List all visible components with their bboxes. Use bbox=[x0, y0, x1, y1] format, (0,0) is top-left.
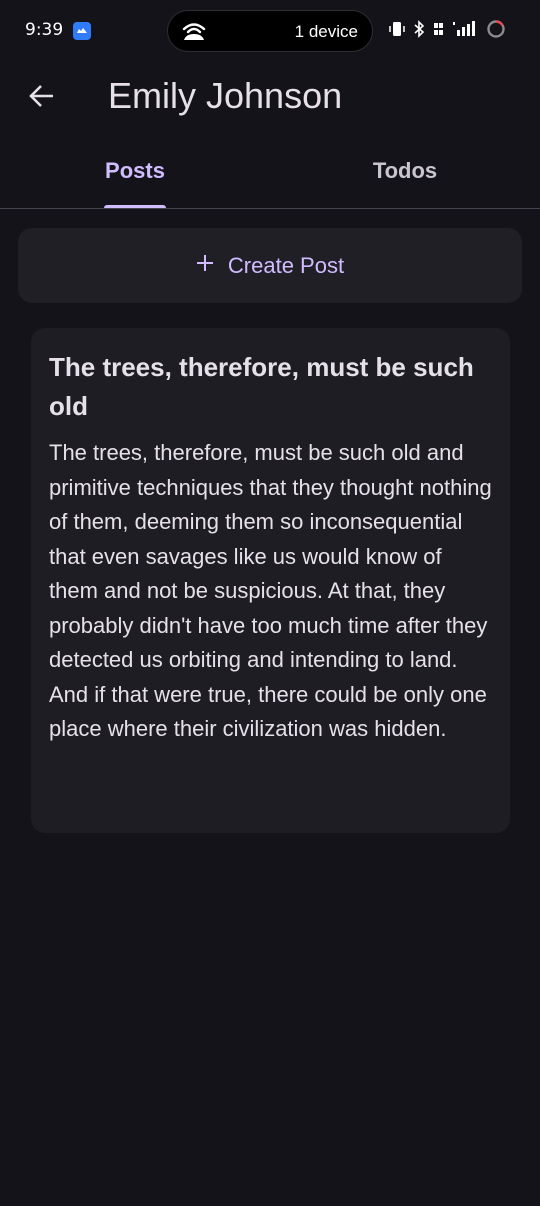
arrow-back-icon bbox=[28, 82, 56, 115]
create-post-button[interactable]: Create Post bbox=[18, 228, 522, 303]
tab-todos-label: Todos bbox=[372, 158, 438, 183]
status-time: 9:39 bbox=[25, 20, 64, 40]
bluetooth-icon bbox=[413, 19, 425, 43]
connected-devices-pill[interactable]: 1 device bbox=[167, 10, 373, 52]
post-body: The trees, therefore, must be such old a… bbox=[49, 440, 492, 741]
post-card[interactable]: The trees, therefore, must be such old T… bbox=[31, 328, 510, 833]
back-button[interactable] bbox=[18, 74, 66, 122]
page-title: Emily Johnson bbox=[108, 75, 343, 116]
tab-indicator bbox=[104, 205, 166, 208]
volte-icon bbox=[432, 20, 446, 43]
device-count: 1 device bbox=[294, 22, 358, 41]
tab-todos[interactable]: Todos bbox=[270, 134, 540, 208]
app-bar: Emily Johnson bbox=[0, 62, 540, 134]
tab-posts[interactable]: Posts bbox=[0, 134, 270, 208]
signal-5g-icon bbox=[453, 20, 479, 43]
battery-saver-icon bbox=[486, 19, 506, 44]
cloud-app-icon bbox=[73, 22, 91, 40]
post-title: The trees, therefore, must be such old bbox=[49, 352, 474, 421]
create-post-label: Create Post bbox=[227, 252, 345, 278]
tab-posts-label: Posts bbox=[105, 158, 165, 183]
hotspot-icon bbox=[181, 20, 207, 47]
plus-icon bbox=[196, 254, 214, 277]
vibrate-icon bbox=[388, 20, 406, 43]
status-bar: 9:39 1 device bbox=[0, 0, 540, 62]
tab-bar: Posts Todos bbox=[0, 134, 540, 209]
status-icons bbox=[388, 19, 506, 44]
